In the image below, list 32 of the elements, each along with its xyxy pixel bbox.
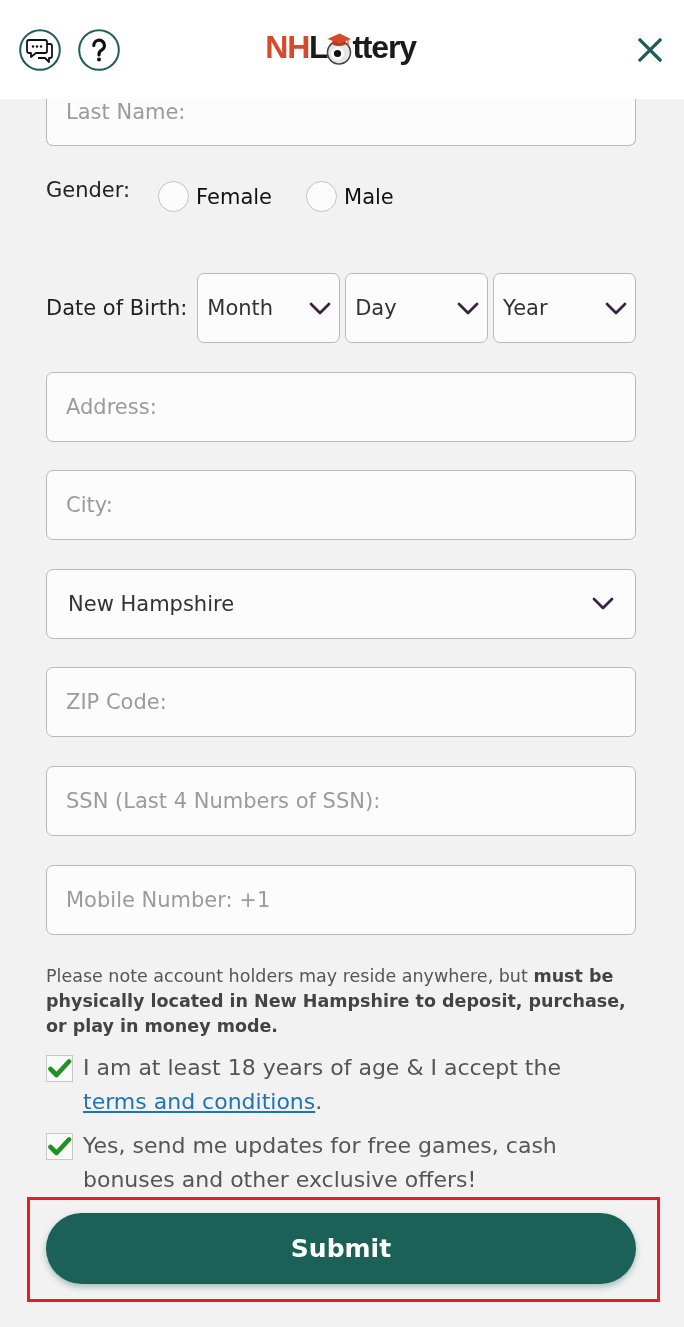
- checkbox[interactable]: [46, 1132, 73, 1160]
- input-field[interactable]: Last Name:: [46, 99, 636, 146]
- dropdown[interactable]: Year: [493, 273, 636, 343]
- notice-text: Please note account holders may reside anywhere, but must be physically located in New Hampshire to deposit, purchase, or play in money mode.: [46, 964, 627, 1038]
- radio-button[interactable]: [158, 181, 190, 212]
- chevron-down-icon: [605, 301, 627, 315]
- field-label: Date of Birth:: [46, 296, 188, 320]
- chat-icon[interactable]: [19, 28, 61, 71]
- input-field[interactable]: City:: [46, 470, 636, 541]
- chevron-down-icon: [309, 301, 332, 315]
- help-icon[interactable]: [78, 28, 120, 71]
- close-icon[interactable]: [638, 37, 662, 62]
- terms-link[interactable]: terms and conditions: [83, 1088, 316, 1114]
- chevron-down-icon: [457, 301, 480, 315]
- input-field[interactable]: ZIP Code:: [46, 667, 636, 738]
- logo-wordmark: NHL: [265, 30, 328, 63]
- dropdown[interactable]: New Hampshire: [46, 568, 636, 639]
- dropdown[interactable]: Day: [345, 273, 489, 343]
- checkbox[interactable]: [46, 1054, 73, 1082]
- radio-button[interactable]: [306, 181, 338, 212]
- dropdown[interactable]: Month: [197, 273, 341, 343]
- option-label[interactable]: Male: [344, 184, 394, 209]
- input-field[interactable]: Mobile Number: +1: [46, 864, 636, 935]
- logo-wordmark: ttery: [352, 30, 416, 63]
- input-field[interactable]: Address:: [46, 371, 636, 442]
- input-field[interactable]: SSN (Last 4 Numbers of SSN):: [46, 765, 636, 836]
- field-label: Gender:: [46, 178, 131, 202]
- chevron-down-icon: [592, 597, 614, 611]
- submit-button[interactable]: Submit: [46, 1212, 636, 1284]
- consent-text: I am at least 18 years of age & I accept the terms and conditions.: [83, 1053, 562, 1116]
- option-label[interactable]: Female: [196, 184, 273, 209]
- consent-text: Yes, send me updates for free games, cash bonuses and other exclusive offers!: [83, 1131, 558, 1194]
